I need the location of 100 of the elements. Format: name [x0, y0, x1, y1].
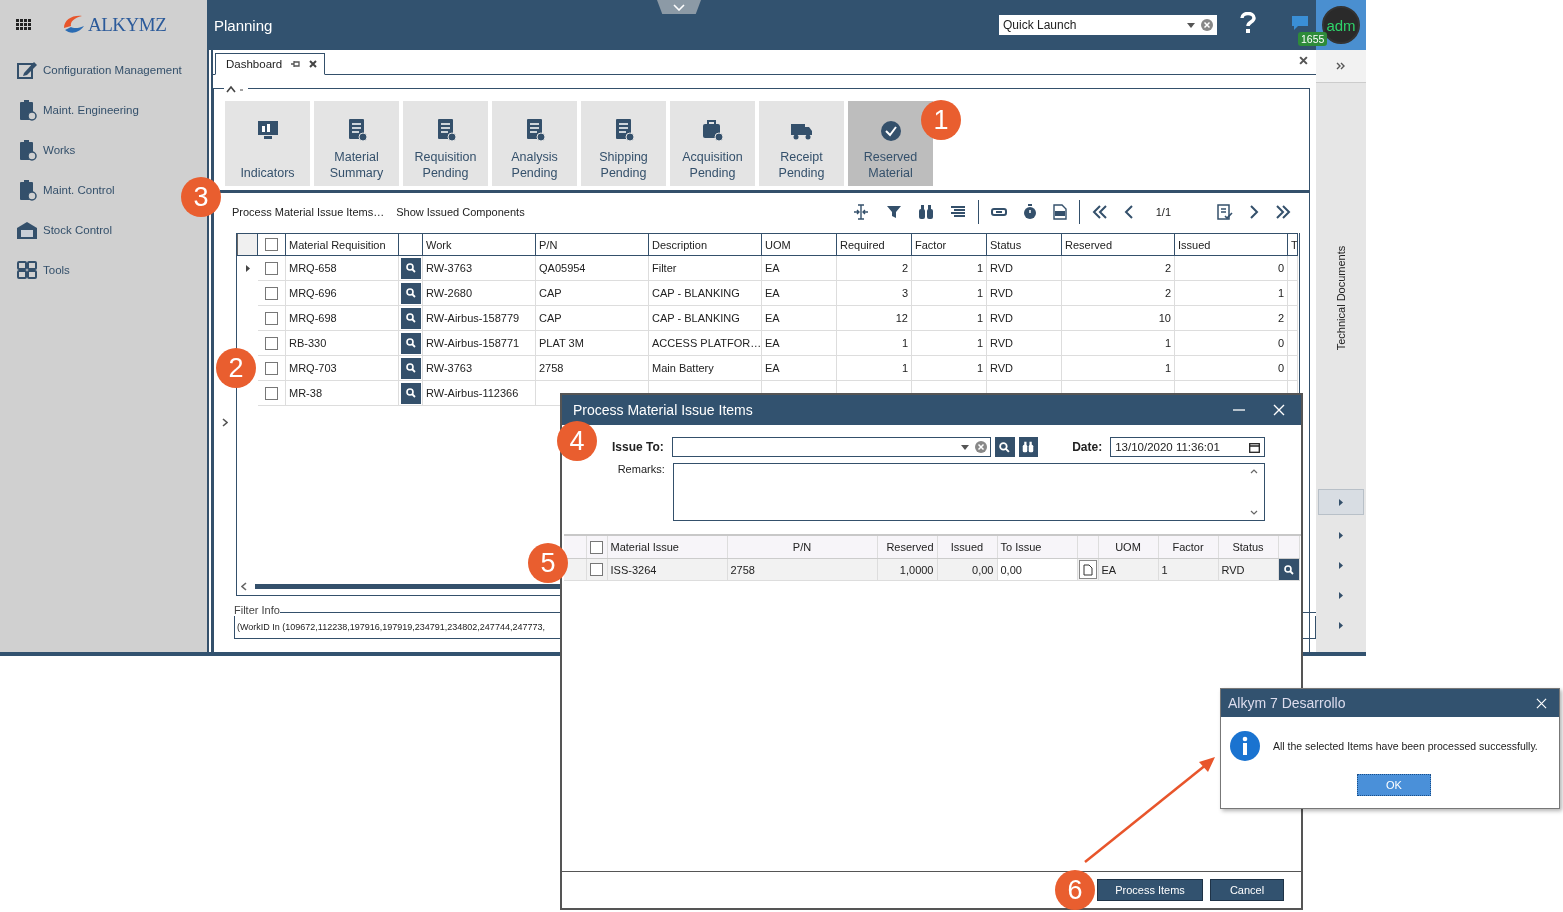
select-all-checkbox[interactable] [265, 238, 278, 251]
binoculars-button[interactable] [1018, 437, 1039, 457]
column-header[interactable]: P/N [535, 233, 649, 256]
stopwatch-icon[interactable] [1022, 203, 1037, 220]
binoculars-icon[interactable] [917, 203, 934, 220]
dashboard-tile[interactable]: Shipping Pending [581, 101, 666, 186]
search-button[interactable] [400, 257, 421, 279]
technical-documents-tab[interactable]: Technical Documents [1335, 245, 1347, 351]
scroll-left-icon[interactable] [241, 582, 247, 591]
caret-icon[interactable] [1339, 562, 1343, 569]
spreadsheet-icon[interactable] [1052, 203, 1067, 220]
dashboard-tile[interactable]: Requisition Pending [403, 101, 488, 186]
column-header[interactable]: Status [986, 233, 1062, 256]
search-icon [405, 338, 416, 348]
table-cell: 1 [911, 305, 987, 331]
row-checkbox[interactable] [264, 311, 278, 325]
dashboard-tile[interactable]: Material Summary [314, 101, 399, 186]
sidebar-item[interactable]: Configuration Management [16, 50, 182, 90]
sidebar-item[interactable]: Tools [16, 250, 70, 290]
quick-launch-field[interactable]: Quick Launch [999, 15, 1217, 35]
swoosh-icon [62, 14, 86, 36]
select-all-checkbox[interactable] [590, 540, 603, 554]
expand-icon[interactable] [222, 418, 228, 427]
next-page-icon[interactable] [1249, 204, 1259, 219]
row-checkbox[interactable] [264, 336, 278, 350]
column-header[interactable]: Material Requisition [285, 233, 399, 256]
sidebar-item[interactable]: Maint. Engineering [16, 90, 139, 130]
column-header[interactable]: Material Issue [607, 536, 727, 559]
column-header[interactable]: Factor [1158, 536, 1218, 559]
dashboard-tab[interactable]: Dashboard [215, 53, 326, 75]
remarks-field[interactable] [672, 463, 1265, 521]
column-header[interactable]: Work [422, 233, 536, 256]
row-checkbox[interactable] [264, 361, 278, 375]
pin-icon[interactable] [291, 60, 301, 68]
issue-to-field[interactable] [671, 437, 991, 457]
calendar-icon[interactable] [1249, 441, 1260, 453]
row-checkbox[interactable] [264, 386, 278, 400]
scroll-up-icon[interactable] [1250, 469, 1258, 474]
clear-icon[interactable] [975, 441, 987, 453]
search-button[interactable] [995, 437, 1015, 457]
column-header[interactable]: Issued [1174, 233, 1288, 256]
dropdown-icon[interactable] [961, 444, 969, 450]
dashboard-tile[interactable]: Indicators [225, 101, 310, 186]
toolbar-link[interactable]: Show Issued Components [396, 205, 525, 218]
table-cell: 0 [1174, 330, 1288, 356]
sidebar-item[interactable]: Works [16, 130, 76, 170]
filter-icon[interactable] [885, 203, 902, 220]
search-button[interactable] [400, 307, 421, 329]
search-icon [405, 263, 416, 273]
column-header[interactable]: Issued [937, 536, 997, 559]
clear-icon[interactable] [1201, 19, 1213, 31]
dropdown-icon[interactable] [1187, 22, 1195, 28]
help-icon[interactable] [1240, 12, 1256, 34]
toolbar-link[interactable]: Process Material Issue Items… [232, 205, 385, 218]
dashboard-tile[interactable]: Receipt Pending [759, 101, 844, 186]
dashboard-tile[interactable]: Reserved Material [848, 101, 933, 186]
row-checkbox[interactable] [590, 563, 603, 576]
row-checkbox[interactable] [264, 286, 278, 300]
collapse-header-tab[interactable] [657, 0, 701, 14]
first-page-icon[interactable] [1091, 204, 1108, 219]
process-button[interactable]: Process Items [1097, 879, 1203, 901]
cancel-button[interactable]: Cancel [1210, 879, 1284, 901]
column-header[interactable]: Required [836, 233, 912, 256]
close-icon[interactable] [309, 60, 318, 68]
sidebar-item[interactable]: Stock Control [16, 210, 113, 250]
previous-page-icon[interactable] [1123, 204, 1134, 219]
search-button[interactable] [400, 282, 421, 304]
close-icon[interactable] [1299, 56, 1308, 65]
row-checkbox[interactable] [264, 261, 278, 275]
search-button[interactable] [400, 382, 421, 404]
link-icon[interactable] [990, 206, 1007, 217]
table-cell: 2758 [727, 558, 877, 581]
dashboard-tile[interactable]: Analysis Pending [492, 101, 577, 186]
document-button[interactable] [1078, 560, 1097, 579]
date-field[interactable]: 13/10/2020 11:36:01 [1110, 437, 1265, 457]
column-header[interactable]: P/N [727, 536, 877, 559]
search-button[interactable] [400, 332, 421, 354]
expand-panel-icon[interactable] [1336, 62, 1346, 70]
app-grid-icon[interactable] [16, 19, 32, 31]
scroll-down-icon[interactable] [1250, 510, 1258, 515]
clipboard-check-icon[interactable] [1217, 202, 1233, 221]
column-header[interactable]: Reserved [1061, 233, 1175, 256]
column-header[interactable]: Description [648, 233, 762, 256]
column-header[interactable]: Reserved [877, 536, 937, 559]
caret-icon[interactable] [1339, 622, 1343, 629]
search-button[interactable] [400, 357, 421, 379]
columns-icon[interactable] [851, 203, 870, 220]
column-header[interactable]: Factor [911, 233, 987, 256]
dashboard-tile[interactable]: Acquisition Pending [670, 101, 755, 186]
caret-icon[interactable] [1339, 532, 1343, 539]
caret-icon[interactable] [1339, 592, 1343, 599]
column-header[interactable]: UOM [1098, 536, 1158, 559]
last-page-icon[interactable] [1275, 204, 1291, 219]
search-button[interactable] [1278, 559, 1299, 580]
list-icon[interactable] [949, 204, 966, 219]
column-header[interactable]: To Issue [997, 536, 1077, 559]
column-header[interactable]: UOM [761, 233, 837, 256]
sidebar-item[interactable]: Maint. Control [16, 170, 115, 210]
caret-icon [1339, 498, 1343, 506]
column-header[interactable]: Status [1218, 536, 1278, 559]
